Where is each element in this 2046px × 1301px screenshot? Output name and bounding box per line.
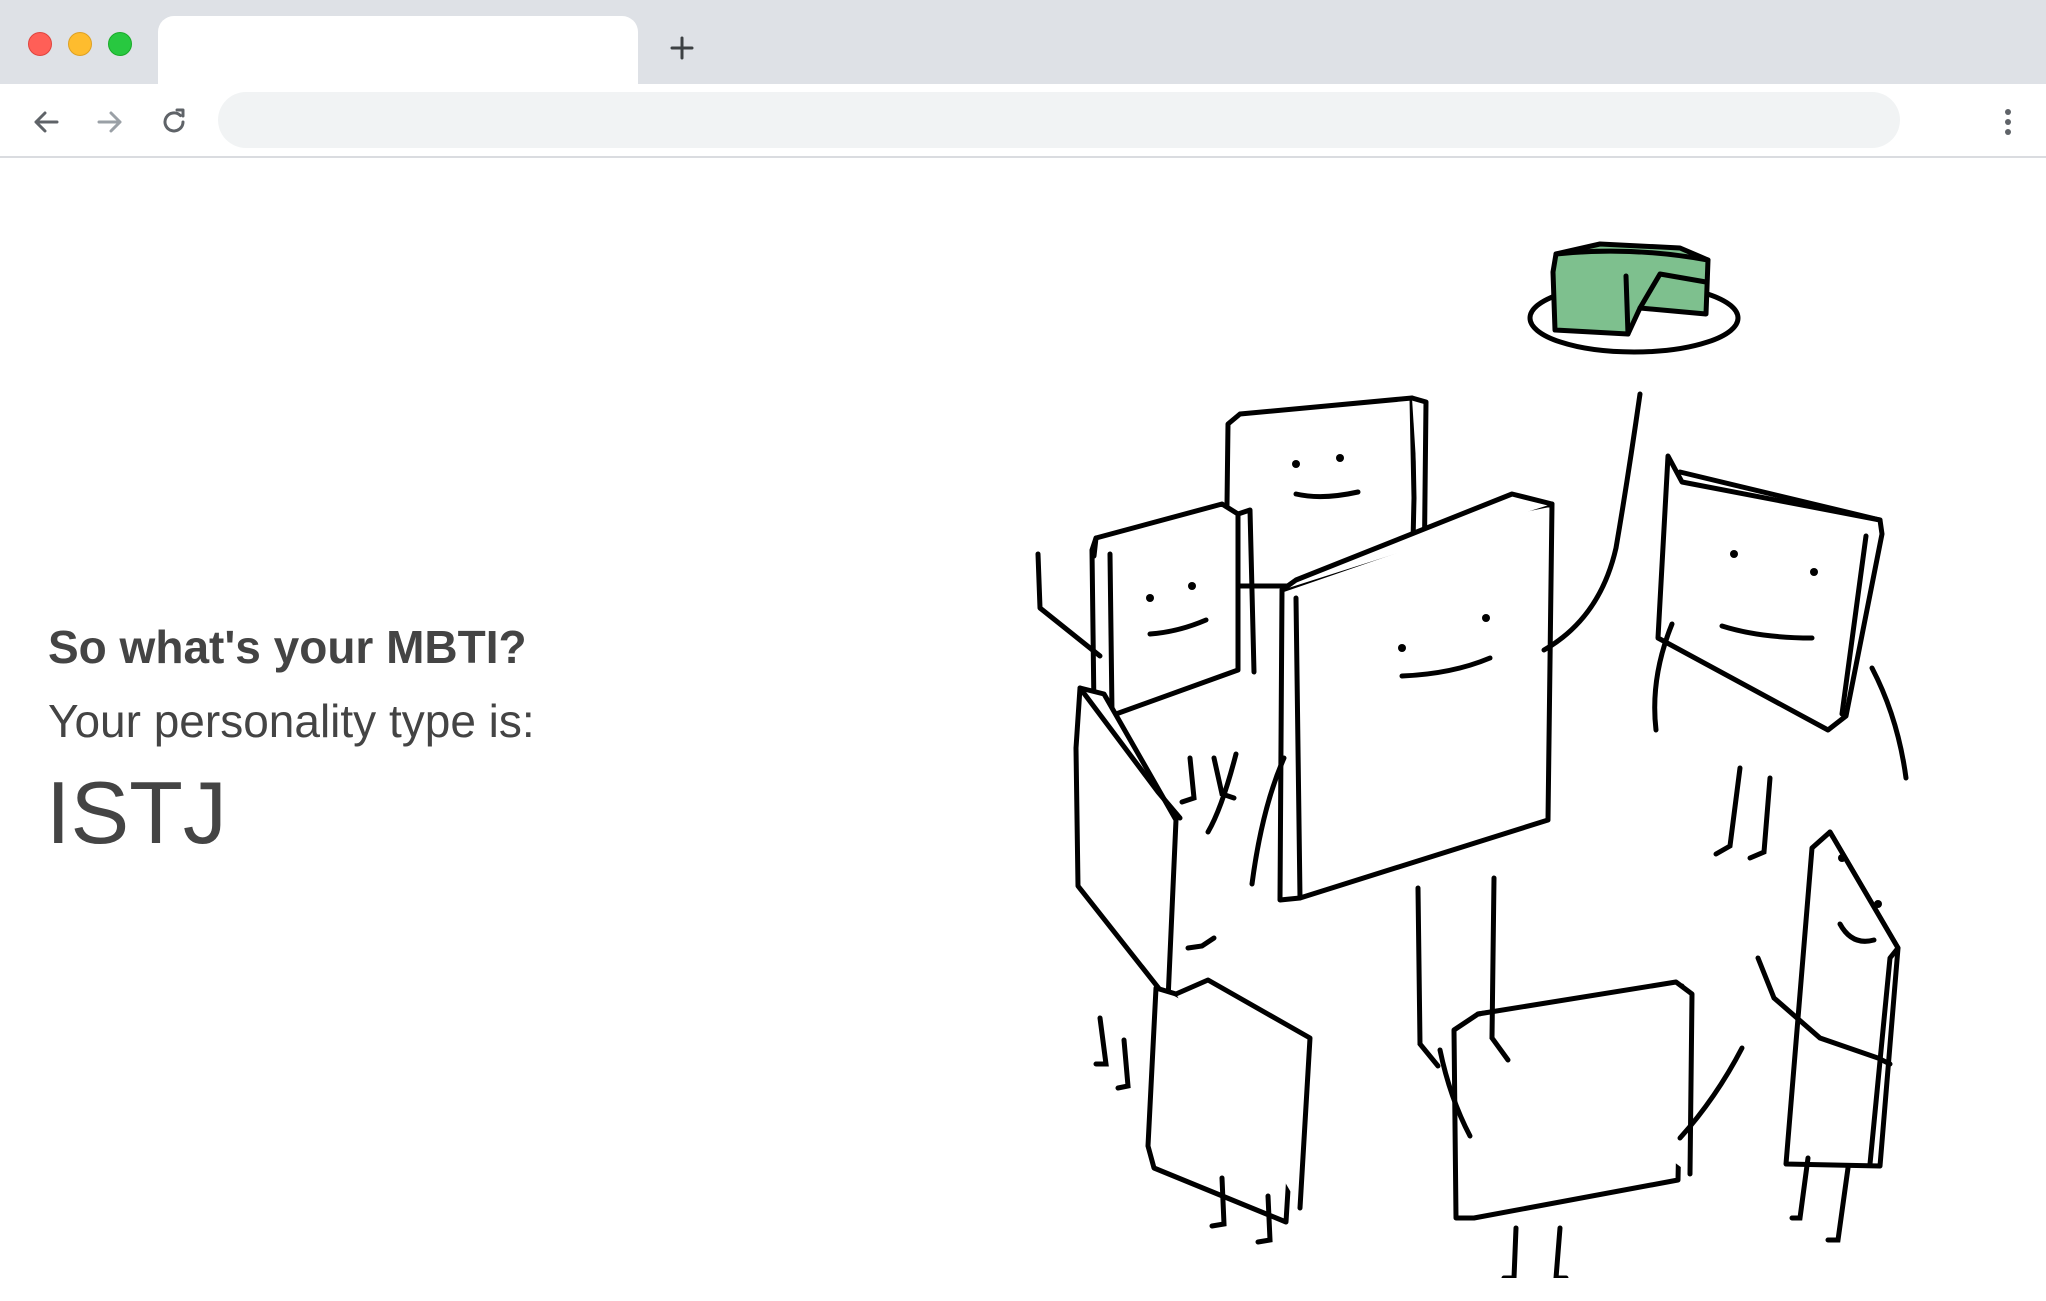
tab-strip bbox=[0, 0, 2046, 84]
personality-prompt: Your personality type is: bbox=[48, 695, 535, 747]
arrow-right-icon bbox=[97, 111, 122, 133]
mbti-question: So what's your MBTI? bbox=[48, 621, 527, 673]
browser-toolbar bbox=[0, 84, 2046, 158]
books-circle-illustration bbox=[1000, 218, 2000, 1278]
personality-type-result: ISTJ bbox=[46, 763, 227, 862]
forward-button[interactable] bbox=[88, 100, 132, 144]
reload-button[interactable] bbox=[152, 100, 196, 144]
minimize-window-button[interactable] bbox=[68, 32, 92, 56]
page-content: So what's your MBTI? Your personality ty… bbox=[0, 158, 2046, 1301]
close-window-button[interactable] bbox=[28, 32, 52, 56]
books-circle-drawing bbox=[1035, 241, 1909, 1278]
address-bar[interactable] bbox=[218, 92, 1900, 148]
back-button[interactable] bbox=[24, 100, 68, 144]
active-tab[interactable] bbox=[158, 16, 638, 84]
plus-icon bbox=[670, 36, 694, 60]
browser-menu-button[interactable] bbox=[1990, 100, 2026, 144]
kebab-menu-icon bbox=[2005, 109, 2011, 135]
maximize-window-button[interactable] bbox=[108, 32, 132, 56]
new-tab-button[interactable] bbox=[664, 30, 700, 66]
arrow-left-icon bbox=[34, 111, 59, 133]
reload-icon bbox=[163, 108, 185, 133]
